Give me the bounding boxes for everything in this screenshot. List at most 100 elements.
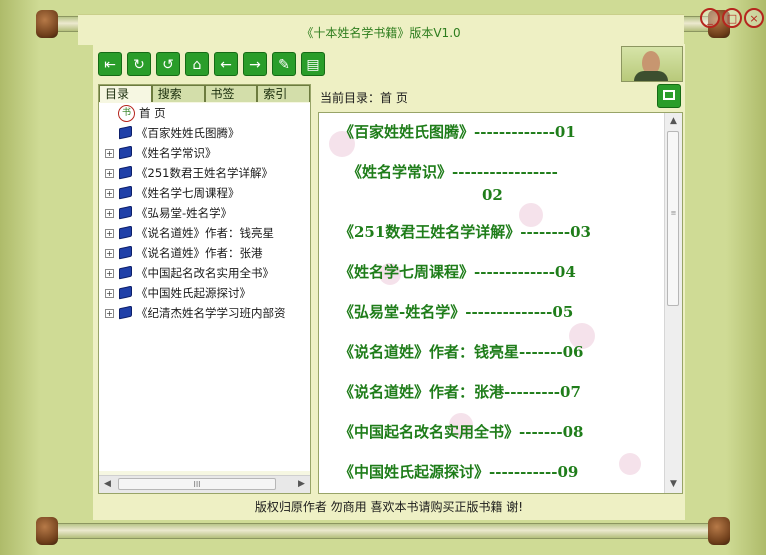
home-node-icon: 书: [118, 105, 135, 122]
expand-icon[interactable]: +: [105, 289, 114, 298]
expand-icon[interactable]: +: [105, 189, 114, 198]
book-link-text: 《说名道姓》作者：钱亮星-------06: [339, 343, 584, 361]
book-link[interactable]: 《中国起名改名实用全书》-------08: [339, 421, 583, 442]
book-link[interactable]: 《弘易堂-姓名学》--------------05: [339, 301, 573, 322]
book-icon: [119, 245, 132, 260]
content-pane: ▲ ≡ ▼ 《百家姓姓氏图腾》-------------01 《姓名学常识》---…: [318, 112, 683, 494]
home-button[interactable]: ⌂: [185, 52, 209, 76]
tree-home-node[interactable]: 书首 页: [99, 103, 310, 123]
status-bar: 版权归原作者 勿商用 喜欢本书请购买正版书籍 谢!: [254, 500, 524, 514]
blossom-decoration: [619, 453, 641, 475]
book-icon: [119, 265, 132, 280]
book-link-text: 《姓名学七周课程》-------------04: [339, 263, 576, 281]
top-left-knob: [36, 10, 58, 38]
tree-node[interactable]: + 《说名道姓》作者：钱亮星: [99, 223, 310, 243]
sidebar-tabs: 目录 搜索 书签 索引: [99, 85, 310, 102]
refresh-icon: ↻: [133, 57, 145, 73]
fullscreen-button[interactable]: [657, 84, 681, 108]
tree-node[interactable]: + 《姓名学七周课程》: [99, 183, 310, 203]
minimize-button[interactable]: _: [700, 8, 720, 28]
expand-icon[interactable]: +: [105, 249, 114, 258]
tree-node-label: 《百家姓姓氏图腾》: [136, 126, 240, 140]
toolbar: ⇤ ↻ ↺ ⌂ ← → ✎ ▤: [93, 44, 685, 84]
tree-node[interactable]: + 《251数君王姓名学详解》: [99, 163, 310, 183]
book-link[interactable]: 《中国姓氏起源探讨》-----------09: [339, 461, 578, 482]
tree-node-label: 《纪清杰姓名学学习班内部资: [136, 306, 286, 320]
close-button[interactable]: ×: [744, 8, 764, 28]
scroll-up-icon[interactable]: ▲: [665, 113, 682, 130]
main-page: ⇤ ↻ ↺ ⌂ ← → ✎ ▤ 目录 搜索 书签 索引 书首 页《百家姓姓氏图腾…: [93, 44, 685, 520]
tree-node-label: 《251数君王姓名学详解》: [136, 166, 273, 180]
expand-icon[interactable]: +: [105, 229, 114, 238]
book-link-text: 《百家姓姓氏图腾》-------------01: [339, 123, 576, 141]
exit-icon: ⇤: [104, 57, 116, 73]
scroll-left-icon[interactable]: ◀: [99, 476, 116, 493]
screen-icon: [663, 90, 675, 100]
tree-node[interactable]: + 《说名道姓》作者：张港: [99, 243, 310, 263]
tree-node-label: 首 页: [139, 106, 166, 120]
back-icon: ←: [220, 57, 232, 73]
tab-contents[interactable]: 目录: [99, 85, 152, 102]
expand-icon[interactable]: +: [105, 149, 114, 158]
book-link[interactable]: 《姓名学常识》----------------- 02: [347, 161, 558, 204]
refresh-button[interactable]: ↻: [127, 52, 151, 76]
contents-tree: 书首 页《百家姓姓氏图腾》 + 《姓名学常识》 + 《251数君王姓名学详解》 + 《姓名学…: [99, 103, 310, 471]
forward-icon: →: [249, 57, 261, 73]
expand-icon[interactable]: +: [105, 209, 114, 218]
scroll-down-icon[interactable]: ▼: [665, 476, 682, 493]
tree-horizontal-scrollbar[interactable]: ◀ III ▶: [99, 475, 310, 493]
search-icon: ✎: [278, 57, 290, 73]
scroll-right-icon[interactable]: ▶: [293, 476, 310, 493]
content-scroll-thumb[interactable]: ≡: [667, 131, 679, 306]
grip-icon: ≡: [670, 209, 677, 217]
tree-node-label: 《中国起名改名实用全书》: [136, 266, 274, 280]
book-link[interactable]: 《百家姓姓氏图腾》-------------01: [339, 121, 576, 142]
book-link[interactable]: 《说名道姓》作者：钱亮星-------06: [339, 341, 583, 362]
window-title: 《十本姓名学书籍》版本V1.0: [301, 26, 461, 40]
notes-icon: ▤: [306, 57, 320, 73]
tree-node-label: 《中国姓氏起源探讨》: [136, 286, 251, 300]
notes-button[interactable]: ▤: [301, 52, 325, 76]
book-link-text: 《中国起名改名实用全书》-------08: [339, 423, 584, 441]
bottom-left-knob: [36, 517, 58, 545]
expand-icon[interactable]: +: [105, 269, 114, 278]
book-link-text: 《中国姓氏起源探讨》-----------09: [339, 463, 579, 481]
sidebar: 目录 搜索 书签 索引 书首 页《百家姓姓氏图腾》 + 《姓名学常识》 + 《251数君…: [98, 84, 311, 494]
exit-button[interactable]: ⇤: [98, 52, 122, 76]
tree-node[interactable]: + 《中国起名改名实用全书》: [99, 263, 310, 283]
content-vertical-scrollbar[interactable]: ▲ ≡ ▼: [664, 113, 682, 493]
maximize-button[interactable]: □: [722, 8, 742, 28]
book-link-number: 02: [482, 186, 503, 204]
tree-node[interactable]: + 《弘易堂-姓名学》: [99, 203, 310, 223]
tree-node-label: 《姓名学七周课程》: [136, 186, 240, 200]
forward-button[interactable]: →: [243, 52, 267, 76]
book-icon: [119, 285, 132, 300]
content-header: 当前目录：首 页: [318, 84, 683, 108]
expand-icon[interactable]: +: [105, 309, 114, 318]
tree-node[interactable]: + 《中国姓氏起源探讨》: [99, 283, 310, 303]
book-icon: [119, 305, 132, 320]
tree-node-label: 《弘易堂-姓名学》: [136, 206, 233, 220]
book-link-text: 《姓名学常识》-----------------: [347, 163, 558, 181]
tree-node-label: 《说名道姓》作者：张港: [136, 246, 263, 260]
book-icon: [119, 225, 132, 240]
tab-bookmarks[interactable]: 书签: [204, 85, 258, 102]
tab-index[interactable]: 索引: [257, 85, 310, 102]
author-avatar: [621, 46, 683, 82]
reload-button[interactable]: ↺: [156, 52, 180, 76]
tree-node[interactable]: + 《纪清杰姓名学学习班内部资: [99, 303, 310, 323]
tab-search[interactable]: 搜索: [151, 85, 205, 102]
book-link-text: 《说名道姓》作者：张港---------07: [339, 383, 581, 401]
tree-node[interactable]: 《百家姓姓氏图腾》: [99, 123, 310, 143]
book-link[interactable]: 《说名道姓》作者：张港---------07: [339, 381, 581, 402]
tree-node[interactable]: + 《姓名学常识》: [99, 143, 310, 163]
bottom-right-knob: [708, 517, 730, 545]
tree-scroll-thumb[interactable]: III: [118, 478, 276, 490]
reload-icon: ↺: [162, 57, 174, 73]
search-button[interactable]: ✎: [272, 52, 296, 76]
book-link[interactable]: 《251数君王姓名学详解》--------03: [339, 221, 591, 242]
book-link[interactable]: 《姓名学七周课程》-------------04: [339, 261, 576, 282]
back-button[interactable]: ←: [214, 52, 238, 76]
title-strip: 《十本姓名学书籍》版本V1.0: [78, 14, 684, 45]
expand-icon[interactable]: +: [105, 169, 114, 178]
